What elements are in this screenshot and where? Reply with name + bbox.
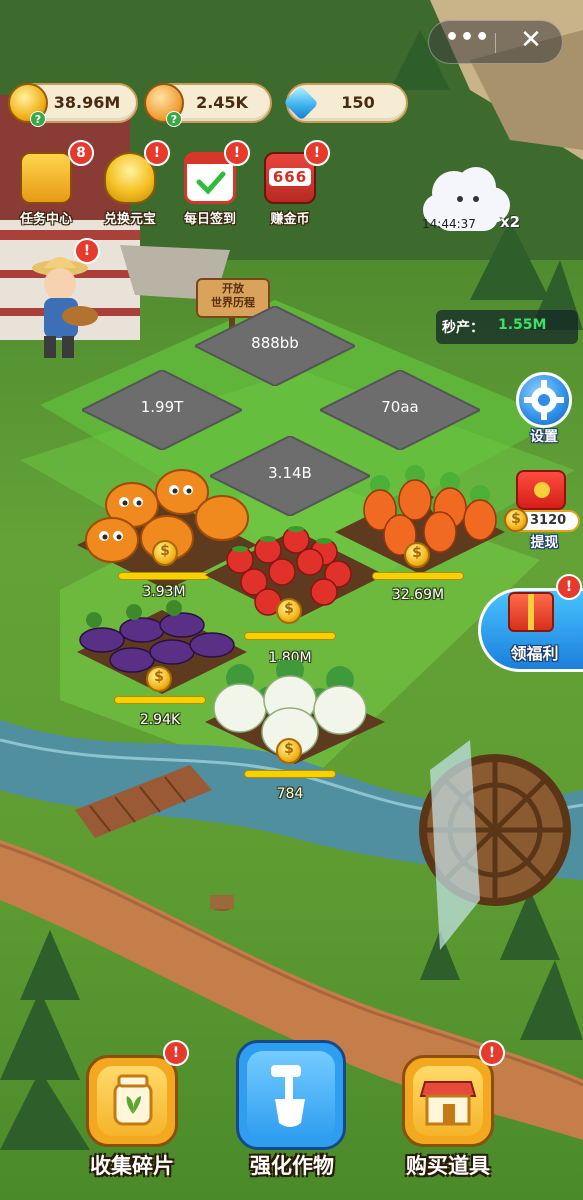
slot-digits: 666 [269, 168, 311, 186]
eggplant-progress-bar [114, 696, 206, 704]
diamond-counter[interactable]: 150 [283, 83, 408, 123]
collect-fragments-button[interactable]: ! [86, 1040, 189, 1147]
task-center-button[interactable]: 8 任务中心 [10, 140, 94, 235]
treasure-chest-icon [20, 152, 72, 204]
welfare-button[interactable]: ! 领福利 [478, 574, 583, 675]
carrot-plot[interactable] [330, 460, 510, 590]
radish-output: 784 [276, 786, 304, 802]
daily-signin-button[interactable]: ! 每日签到 [174, 140, 250, 235]
production-value: 1.55M [498, 317, 547, 333]
withdraw-amount: 3120 [530, 513, 567, 528]
seed-jar-icon [97, 1066, 167, 1136]
harvest-coin-icon[interactable] [152, 540, 178, 566]
gold-ingot-icon [504, 508, 528, 532]
miniprogram-capsule: ••• ✕ [428, 20, 563, 64]
harvest-coin-icon[interactable] [146, 666, 172, 692]
help-icon[interactable]: ? [166, 111, 182, 127]
production-label: 秒产： [442, 320, 484, 336]
welfare-label: 领福利 [510, 644, 559, 663]
gift-box-icon [508, 592, 554, 632]
pumpkin-progress-bar [118, 572, 210, 580]
notification-badge: ! [304, 140, 330, 166]
capsule-divider [495, 33, 496, 53]
plot-price: 1.99T [140, 398, 184, 416]
hand-coin-counter[interactable]: ? 2.45K [144, 83, 272, 127]
earn-coins-button[interactable]: 666 ! 赚金币 [254, 140, 330, 235]
settings-label: 设置 [530, 429, 558, 445]
upgrade-crops-label: 强化作物 [250, 1154, 334, 1178]
production-rate-panel: 秒产： 1.55M [436, 310, 578, 344]
gear-icon [516, 372, 572, 428]
quick-icon-label: 赚金币 [270, 212, 310, 227]
carrot-progress-bar [372, 572, 464, 580]
weather-cloud-boost[interactable]: 14:44:37 x2 [414, 165, 524, 245]
quick-icon-label: 任务中心 [19, 212, 72, 227]
collect-fragments-label: 收集碎片 [90, 1154, 174, 1178]
tomato-progress-bar [244, 632, 336, 640]
notification-badge: ! [163, 1040, 189, 1066]
more-menu-button[interactable]: ••• [445, 25, 489, 50]
gold-coin-counter[interactable]: ? 38.96M [8, 83, 138, 127]
withdraw-label: 提现 [530, 535, 559, 551]
exchange-ingot-button[interactable]: ! 兑换元宝 [94, 140, 170, 235]
shovel-icon [247, 1051, 335, 1139]
notification-badge: ! [479, 1040, 505, 1066]
harvest-coin-icon[interactable] [276, 738, 302, 764]
settings-button[interactable]: 设置 [512, 372, 576, 448]
plot-price: 70aa [381, 398, 419, 416]
gold-coin-value: 38.96M [53, 93, 121, 112]
shop-icon [413, 1066, 483, 1136]
withdraw-button[interactable]: 3120 提现 [504, 470, 583, 554]
plot-price: 888bb [251, 334, 299, 352]
buy-items-button[interactable]: ! [402, 1040, 505, 1147]
harvest-coin-icon[interactable] [404, 542, 430, 568]
farmer-character[interactable]: ! [30, 238, 110, 370]
eggplant-output: 2.94K [139, 712, 181, 728]
withdraw-amount-pill: 3120 [504, 508, 580, 532]
quick-icon-label: 每日签到 [183, 212, 236, 227]
boost-timer: 14:44:37 [422, 217, 476, 231]
radish-progress-bar [244, 770, 336, 778]
notification-badge: ! [74, 238, 100, 264]
notification-badge: ! [556, 574, 582, 600]
close-button[interactable]: ✕ [513, 25, 549, 55]
boost-multiplier: x2 [500, 213, 521, 231]
notification-badge: ! [144, 140, 170, 166]
diamond-value: 150 [341, 93, 375, 112]
help-icon[interactable]: ? [30, 111, 46, 127]
notification-badge: 8 [68, 140, 94, 166]
radish-plot[interactable] [200, 660, 390, 770]
hand-coin-value: 2.45K [196, 93, 248, 112]
upgrade-crops-button[interactable] [236, 1040, 346, 1150]
red-envelope-icon [516, 470, 566, 510]
harvest-coin-icon[interactable] [276, 598, 302, 624]
carrot-output: 32.69M [391, 587, 445, 603]
notification-badge: ! [224, 140, 250, 166]
buy-items-label: 购买道具 [406, 1154, 490, 1178]
quick-icon-label: 兑换元宝 [103, 212, 156, 227]
